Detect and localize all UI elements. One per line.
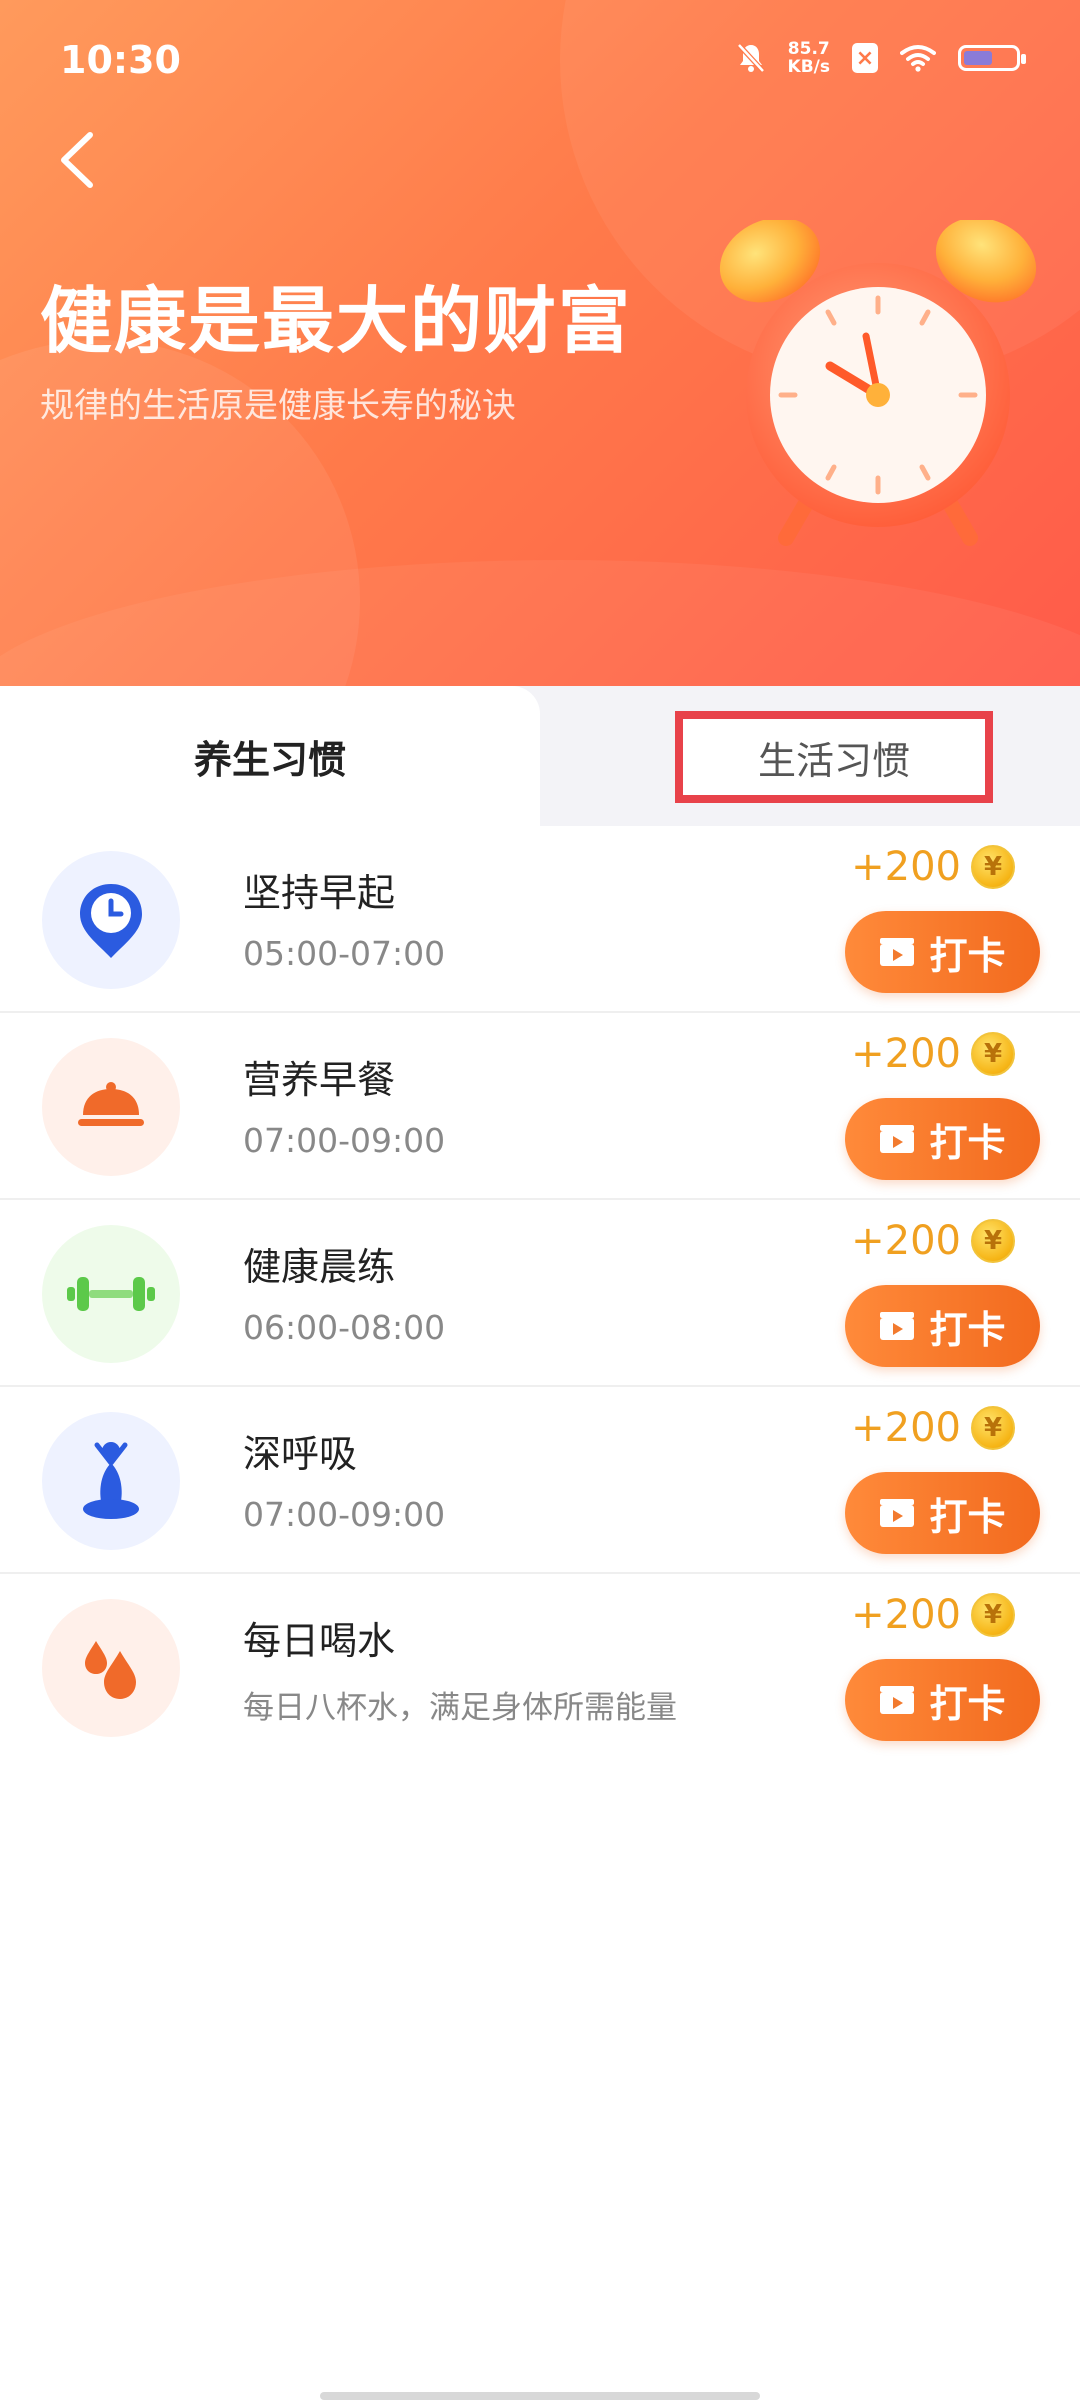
check-in-button[interactable]: 打卡 xyxy=(845,911,1040,993)
net-speed-value: 85.7 xyxy=(787,39,830,59)
item-time: 05:00-07:00 xyxy=(243,934,446,973)
coin-icon: ¥ xyxy=(971,1032,1015,1076)
status-icons: 85.7 KB/s × xyxy=(736,40,1026,76)
item-time: 07:00-09:00 xyxy=(243,1121,446,1160)
net-speed-unit: KB/s xyxy=(787,57,830,77)
item-description: 每日八杯水，满足身体所需能量 xyxy=(243,1690,677,1726)
food-cloche-icon xyxy=(78,1082,144,1126)
alarm-pin-icon xyxy=(80,884,142,958)
check-in-label: 打卡 xyxy=(929,1120,1006,1165)
item-title: 坚持早起 xyxy=(243,871,396,915)
status-time: 10:30 xyxy=(60,38,181,82)
list-item: 健康晨练 06:00-08:00 +200 ¥ 打卡 xyxy=(0,1200,1080,1387)
check-in-label: 打卡 xyxy=(929,1494,1006,1539)
reward-amount: +200 xyxy=(851,1031,961,1077)
battery-icon xyxy=(958,45,1026,71)
coin-icon: ¥ xyxy=(971,845,1015,889)
tab-bar: 养生习惯 生活习惯 xyxy=(0,686,1080,826)
coin-icon: ¥ xyxy=(971,1593,1015,1637)
check-in-label: 打卡 xyxy=(929,1307,1006,1352)
home-indicator[interactable] xyxy=(320,2392,760,2400)
sim-off-icon: × xyxy=(852,43,878,73)
mute-bell-icon xyxy=(736,43,765,73)
reward-amount: +200 xyxy=(851,1592,961,1638)
item-title: 每日喝水 xyxy=(243,1619,396,1663)
reward: +200 ¥ xyxy=(851,1218,1015,1264)
check-in-button[interactable]: 打卡 xyxy=(845,1285,1040,1367)
icon-badge xyxy=(42,1038,180,1176)
check-in-button[interactable]: 打卡 xyxy=(845,1098,1040,1180)
reward: +200 ¥ xyxy=(851,1592,1015,1638)
habit-list: 坚持早起 05:00-07:00 +200 ¥ 打卡 营养早餐 07:00-09… xyxy=(0,826,1080,1759)
dumbbell-icon xyxy=(67,1277,155,1311)
tab-health-habits[interactable]: 养生习惯 xyxy=(0,686,540,826)
item-time: 07:00-09:00 xyxy=(243,1495,446,1534)
reward-amount: +200 xyxy=(851,1405,961,1451)
check-in-label: 打卡 xyxy=(929,933,1006,978)
item-time: 06:00-08:00 xyxy=(243,1308,446,1347)
reward-amount: +200 xyxy=(851,844,961,890)
meditation-icon xyxy=(83,1442,139,1519)
video-clapper-icon xyxy=(880,1125,915,1153)
water-drops-icon xyxy=(85,1641,136,1699)
icon-badge xyxy=(42,851,180,989)
icon-badge xyxy=(42,1412,180,1550)
back-button[interactable] xyxy=(50,125,110,195)
list-item: 坚持早起 05:00-07:00 +200 ¥ 打卡 xyxy=(0,826,1080,1013)
coin-icon: ¥ xyxy=(971,1219,1015,1263)
check-in-label: 打卡 xyxy=(929,1681,1006,1726)
reward-amount: +200 xyxy=(851,1218,961,1264)
header-banner: 10:30 85.7 KB/s × 健康是最大的财富 规律的生活原是健康长寿的秘… xyxy=(0,0,1080,712)
list-item: 营养早餐 07:00-09:00 +200 ¥ 打卡 xyxy=(0,1013,1080,1200)
item-title: 深呼吸 xyxy=(243,1432,358,1476)
wifi-icon xyxy=(900,45,936,72)
list-item: 每日喝水 每日八杯水，满足身体所需能量 +200 ¥ 打卡 xyxy=(0,1574,1080,1759)
video-clapper-icon xyxy=(880,938,915,966)
net-speed: 85.7 KB/s xyxy=(788,40,830,76)
check-in-button[interactable]: 打卡 xyxy=(845,1472,1040,1554)
video-clapper-icon xyxy=(880,1312,915,1340)
item-title: 营养早餐 xyxy=(243,1058,396,1102)
check-in-button[interactable]: 打卡 xyxy=(845,1659,1040,1741)
video-clapper-icon xyxy=(880,1499,915,1527)
coin-icon: ¥ xyxy=(971,1406,1015,1450)
icon-badge xyxy=(42,1225,180,1363)
icon-badge xyxy=(42,1599,180,1737)
alarm-clock-icon xyxy=(719,220,1037,546)
reward: +200 ¥ xyxy=(851,1031,1015,1077)
page-title: 健康是最大的财富 xyxy=(40,279,633,363)
tab-life-habits[interactable]: 生活习惯 xyxy=(675,711,993,803)
list-item: 深呼吸 07:00-09:00 +200 ¥ 打卡 xyxy=(0,1387,1080,1574)
reward: +200 ¥ xyxy=(851,844,1015,890)
item-title: 健康晨练 xyxy=(243,1245,396,1289)
video-clapper-icon xyxy=(880,1686,915,1714)
page-subtitle: 规律的生活原是健康长寿的秘诀 xyxy=(40,386,516,426)
reward: +200 ¥ xyxy=(851,1405,1015,1451)
